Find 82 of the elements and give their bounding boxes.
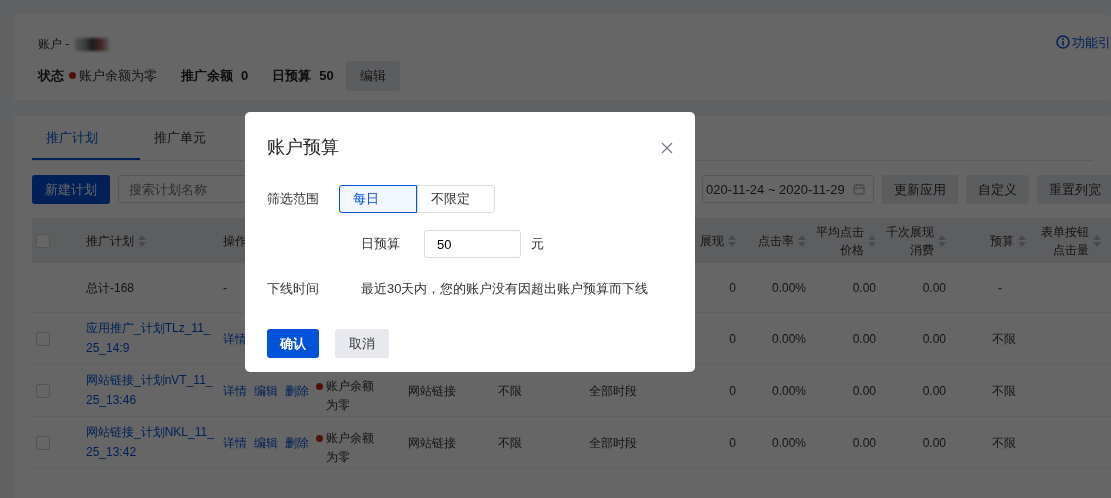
action-link[interactable]: 删除 (285, 433, 309, 452)
tab[interactable]: 推广计划 (32, 116, 140, 160)
action-link[interactable]: 详情 (223, 433, 247, 452)
dialog-title: 账户预算 (267, 136, 339, 159)
table-cell-text: - (998, 279, 1002, 297)
table-cell-text: 不限 (992, 434, 1016, 452)
plan-name-link[interactable]: 应用推广_计划TLz_11_25_14:9 (86, 319, 215, 358)
action-link[interactable]: 删除 (285, 381, 309, 400)
confirm-button[interactable]: 确认 (267, 328, 319, 358)
column-header: 推广计划 (86, 232, 134, 250)
table-cell-text: 0.00 (922, 279, 946, 297)
table-cell-text: 0.00 (852, 434, 876, 452)
info-icon (1056, 35, 1070, 49)
summary-value: 50 (319, 67, 334, 85)
action-link[interactable]: 详情 (223, 329, 247, 348)
column-header: 平均点击价格 (815, 223, 864, 259)
table-cell-text: 不限 (992, 330, 1016, 348)
field-label: 日预算 (361, 235, 400, 254)
table-cell-text: 0 (729, 434, 736, 452)
column-header: 表单按钮点击量 (1040, 223, 1089, 259)
column-header: 预算 (990, 232, 1014, 250)
table-cell-text: 0.00 (852, 330, 876, 348)
date-range-field[interactable]: 020-11-24 ~ 2020-11-29 (702, 175, 874, 204)
toolbar-button[interactable]: 重置列宽 (1036, 174, 1111, 204)
summary-label: 状态 (38, 67, 64, 85)
status-dot-icon (69, 72, 76, 80)
table-cell-text: 0.00% (771, 382, 806, 400)
toolbar-button[interactable]: 自定义 (965, 174, 1029, 204)
table-cell-text: 0.00 (852, 382, 876, 400)
table-cell-text: 不限 (498, 382, 522, 400)
status-dot-icon (316, 383, 323, 390)
redacted-block (75, 37, 110, 51)
table-cell-text: 0.00% (771, 330, 806, 348)
total-label: 总计-168 (86, 279, 135, 297)
table-cell-text: 0 (729, 279, 736, 297)
action-link[interactable]: 编辑 (254, 433, 278, 452)
close-icon[interactable] (661, 141, 673, 154)
offline-text: 最近30天内，您的账户没有因超出账户预算而下线 (361, 280, 649, 298)
status-text: 账户余额为零 (326, 378, 375, 415)
table-cell-text: 全部时段 (589, 382, 637, 400)
field-label: 筛选范围 (267, 190, 320, 208)
plan-name-link[interactable]: 网站链接_计划NKL_11_25_13:42 (86, 423, 215, 462)
budget-input[interactable]: 50 (424, 230, 521, 258)
summary-label: 日预算 (272, 67, 312, 85)
action-link[interactable]: 编辑 (254, 381, 278, 400)
action-link[interactable]: 详情 (223, 381, 247, 400)
plan-name-link[interactable]: 网站链接_计划nVT_11_25_13:46 (86, 371, 215, 410)
table-cell-text: 0.00% (771, 434, 806, 452)
column-header: 操作 (223, 232, 247, 250)
table-cell-text: 不限 (992, 382, 1016, 400)
segment-option[interactable]: 每日 (339, 185, 417, 213)
table-cell-text: 全部时段 (589, 434, 637, 452)
segment-option[interactable]: 不限定 (417, 185, 495, 213)
table-cell-text: 0.00 (852, 279, 876, 297)
calendar-icon (852, 183, 865, 196)
table-cell-text: 0.00 (922, 434, 946, 452)
table-cell-text: 不限 (498, 434, 522, 452)
guide-link[interactable]: 功能引 (1056, 33, 1111, 53)
table-cell-text: 0.00 (922, 330, 946, 348)
status-text: 账户余额为零 (79, 67, 157, 85)
new-plan-button[interactable]: 新建计划 (32, 174, 110, 204)
table-cell-text: 0 (729, 382, 736, 400)
table-cell-text: 0.00% (771, 279, 806, 297)
edit-button[interactable]: 编辑 (345, 61, 400, 91)
status-text: 账户余额为零 (326, 430, 375, 467)
account-label: 账户 - (38, 36, 70, 53)
summary-label: 推广余额 (181, 67, 233, 85)
status-dot-icon (316, 435, 323, 442)
toolbar-button[interactable]: 更新应用 (881, 174, 958, 204)
table-cell-text: 网站链接 (408, 382, 456, 400)
table-cell-text: 0.00 (922, 382, 946, 400)
cancel-button[interactable]: 取消 (335, 328, 389, 358)
column-header: 千次展现消费 (885, 223, 934, 259)
unit-label: 元 (531, 235, 544, 254)
summary-value: 0 (241, 67, 249, 85)
tab[interactable]: 推广单元 (140, 116, 248, 160)
table-cell-text: - (223, 279, 227, 297)
table-cell-text: 0 (729, 330, 736, 348)
field-label: 下线时间 (267, 280, 320, 298)
column-header: 展现 (700, 232, 724, 250)
column-header: 点击率 (758, 232, 794, 250)
table-cell-text: 网站链接 (408, 434, 456, 452)
